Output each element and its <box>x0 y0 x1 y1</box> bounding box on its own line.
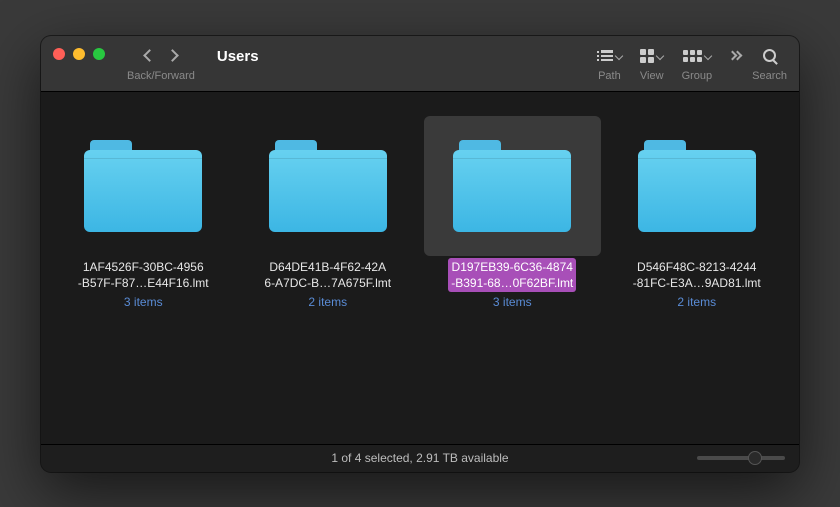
overflow-group <box>730 46 740 82</box>
close-button[interactable] <box>53 48 65 60</box>
icon-view[interactable]: 1AF4526F-30BC-4956-B57F-F87…E44F16.lmt 3 … <box>41 92 799 444</box>
chevron-down-icon <box>656 51 664 59</box>
status-bar: 1 of 4 selected, 2.91 TB available <box>41 444 799 472</box>
search-button[interactable] <box>763 46 776 66</box>
finder-window: Back/Forward Users Path View <box>41 36 799 472</box>
nav-group: Back/Forward <box>127 46 195 82</box>
page-title: Users <box>217 46 259 65</box>
chevron-down-icon <box>615 51 623 59</box>
nav-label: Back/Forward <box>127 70 195 82</box>
path-button[interactable] <box>597 46 622 66</box>
folder-thumb[interactable] <box>240 116 417 256</box>
minimize-button[interactable] <box>73 48 85 60</box>
status-text: 1 of 4 selected, 2.91 TB available <box>331 451 508 465</box>
folder-thumb[interactable] <box>55 116 232 256</box>
item-meta: 2 items <box>609 295 786 309</box>
list-icon <box>597 50 613 62</box>
grid-icon <box>640 49 654 63</box>
forward-button[interactable] <box>166 49 179 62</box>
item-name: D546F48C-8213-4244-81FC-E3A…9AD81.lmt <box>630 258 764 292</box>
item-meta: 3 items <box>55 295 232 309</box>
folder-item[interactable]: 1AF4526F-30BC-4956-B57F-F87…E44F16.lmt 3 … <box>55 116 232 309</box>
search-label: Search <box>752 70 787 82</box>
group-icon <box>683 50 702 62</box>
chevron-down-icon <box>704 51 712 59</box>
maximize-button[interactable] <box>93 48 105 60</box>
zoom-slider[interactable] <box>697 456 785 460</box>
toolbar: Back/Forward Users Path View <box>41 36 799 92</box>
traffic-lights <box>53 46 105 60</box>
double-chevron-icon <box>730 52 740 59</box>
path-label: Path <box>598 70 621 82</box>
group-button[interactable] <box>683 46 711 66</box>
search-group: Search <box>752 46 787 82</box>
folder-icon <box>269 140 387 232</box>
folder-item[interactable]: D197EB39-6C36-4874-B391-68…0F62BF.lmt 3 i… <box>424 116 601 309</box>
item-name: 1AF4526F-30BC-4956-B57F-F87…E44F16.lmt <box>75 258 212 292</box>
folder-item[interactable]: D64DE41B-4F62-42A6-A7DC-B…7A675F.lmt 2 it… <box>240 116 417 309</box>
search-icon <box>763 49 776 62</box>
folder-icon <box>638 140 756 232</box>
folder-icon <box>84 140 202 232</box>
path-group: Path <box>597 46 622 82</box>
group-group: Group <box>682 46 713 82</box>
item-name: D197EB39-6C36-4874-B391-68…0F62BF.lmt <box>448 258 576 292</box>
view-group: View <box>640 46 664 82</box>
back-button[interactable] <box>143 49 156 62</box>
item-meta: 2 items <box>240 295 417 309</box>
view-label: View <box>640 70 664 82</box>
folder-thumb[interactable] <box>424 116 601 256</box>
folder-thumb[interactable] <box>609 116 786 256</box>
item-meta: 3 items <box>424 295 601 309</box>
view-button[interactable] <box>640 46 663 66</box>
zoom-knob[interactable] <box>748 451 762 465</box>
folder-item[interactable]: D546F48C-8213-4244-81FC-E3A…9AD81.lmt 2 i… <box>609 116 786 309</box>
item-name: D64DE41B-4F62-42A6-A7DC-B…7A675F.lmt <box>261 258 394 292</box>
folder-icon <box>453 140 571 232</box>
overflow-button[interactable] <box>730 46 740 66</box>
group-label: Group <box>682 70 713 82</box>
